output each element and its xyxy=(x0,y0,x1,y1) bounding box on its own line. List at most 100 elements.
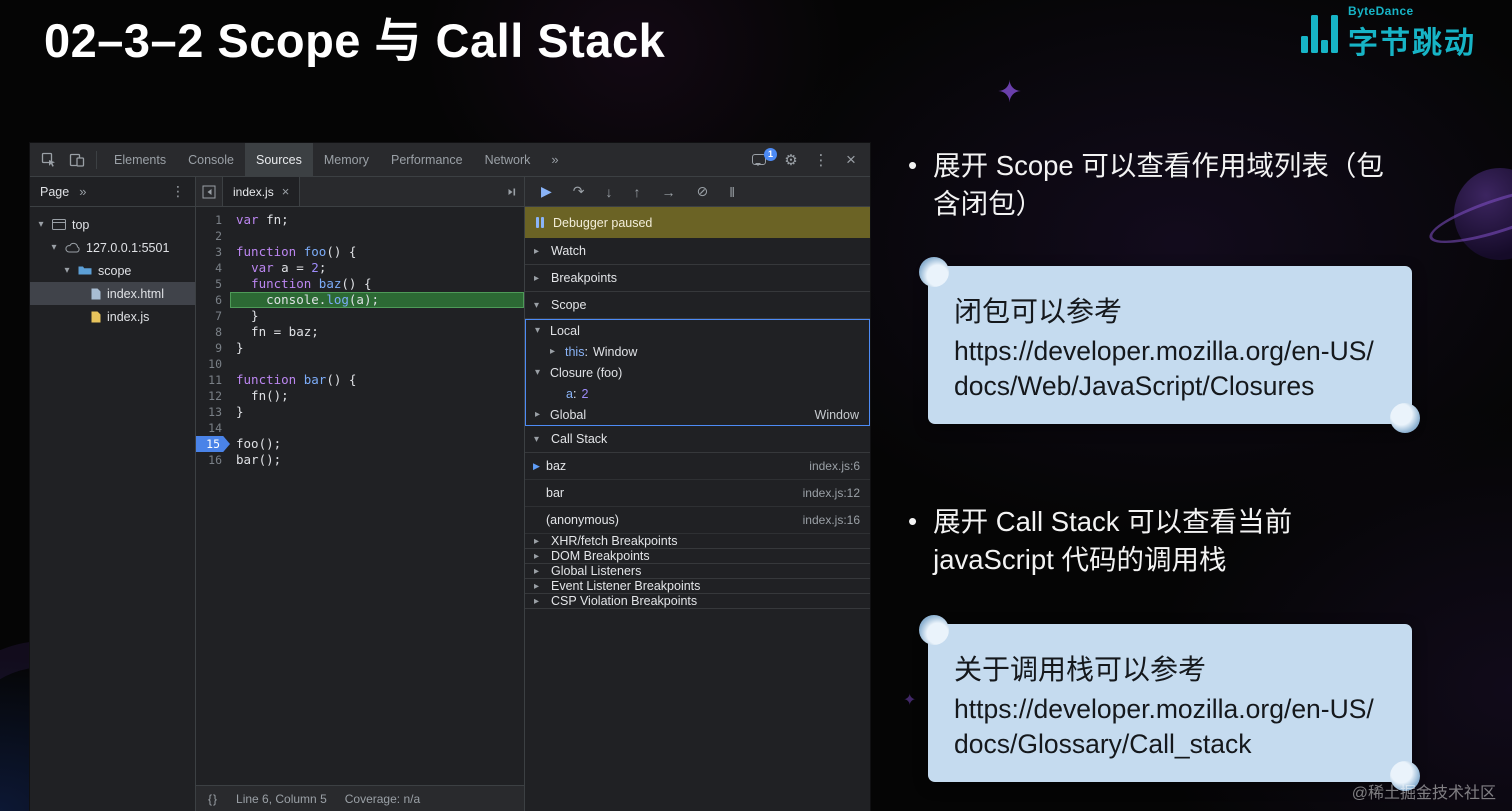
tree-item-index-js[interactable]: index.js xyxy=(30,305,195,328)
code-line-15[interactable]: 15 foo(); xyxy=(196,436,524,452)
chevron-down-icon[interactable]: ▾ xyxy=(36,219,46,230)
console-drawer-button[interactable]: 1 xyxy=(744,147,777,173)
call-stack-frame-baz[interactable]: ▶ baz index.js:6 xyxy=(525,453,870,480)
code-line-6[interactable]: 6 console.log(a); xyxy=(196,292,524,308)
card-title: 闭包可以参考 xyxy=(954,296,1123,327)
scope-global[interactable]: ▸ Global Window xyxy=(526,404,869,425)
line-number[interactable]: 6 xyxy=(196,292,230,308)
pause-on-exceptions-button[interactable]: ‖ xyxy=(729,184,735,200)
line-number[interactable]: 9 xyxy=(196,340,230,356)
code-line-13[interactable]: 13} xyxy=(196,404,524,420)
step-into-button[interactable]: ↓ xyxy=(606,184,613,200)
frame-location: index.js:16 xyxy=(802,513,860,527)
scope-section-label: Global xyxy=(550,407,587,422)
line-number[interactable]: 4 xyxy=(196,260,230,276)
close-tab-icon[interactable]: × xyxy=(282,184,290,199)
section-label: Breakpoints xyxy=(551,271,618,285)
code-line-5[interactable]: 5 function baz() { xyxy=(196,276,524,292)
line-number[interactable]: 7 xyxy=(196,308,230,324)
section-scope[interactable]: ▾ Scope xyxy=(525,292,870,319)
toggle-navigator-icon[interactable] xyxy=(196,179,222,205)
line-number[interactable]: 5 xyxy=(196,276,230,292)
devtools-tab-performance[interactable]: Performance xyxy=(380,143,474,176)
line-number[interactable]: 14 xyxy=(196,420,230,436)
deactivate-breakpoints-button[interactable]: ⊘ xyxy=(697,183,709,200)
tabstrip-spacer xyxy=(300,177,498,206)
chevron-down-icon[interactable]: ▾ xyxy=(62,265,72,276)
bytedance-logo-mark-icon xyxy=(1301,10,1338,56)
code-line-9[interactable]: 9} xyxy=(196,340,524,356)
code-line-2[interactable]: 2 xyxy=(196,228,524,244)
line-number[interactable]: 1 xyxy=(196,212,230,228)
code-line-10[interactable]: 10 xyxy=(196,356,524,372)
code-line-4[interactable]: 4 var a = 2; xyxy=(196,260,524,276)
line-number[interactable]: 13 xyxy=(196,404,230,420)
inspect-element-icon[interactable] xyxy=(36,147,62,173)
line-number[interactable]: 10 xyxy=(196,356,230,372)
editor-overflow-icon[interactable] xyxy=(498,179,524,205)
line-number[interactable]: 3 xyxy=(196,244,230,260)
tree-item-scope[interactable]: ▾ scope xyxy=(30,259,195,282)
navigator-tab-page[interactable]: Page xyxy=(40,185,69,199)
section-label: DOM Breakpoints xyxy=(551,549,650,563)
code-line-16[interactable]: 16 bar(); xyxy=(196,452,524,468)
line-number[interactable]: 2 xyxy=(196,228,230,244)
scope-local[interactable]: ▾ Local xyxy=(526,320,869,341)
step-button[interactable]: → xyxy=(662,184,676,200)
devtools-tab-sources[interactable]: Sources xyxy=(244,143,313,176)
devtools-tab-console[interactable]: Console xyxy=(177,143,245,176)
devtools-tab-network[interactable]: Network xyxy=(474,143,542,176)
property-value: 2 xyxy=(581,386,589,401)
call-stack-frame-bar[interactable]: bar index.js:12 xyxy=(525,480,870,507)
scope-this-entry[interactable]: ▸ this Window xyxy=(526,341,869,362)
section-global-listeners[interactable]: ▸ Global Listeners xyxy=(525,564,870,579)
navigator-panel: Page » ⋮ ▾ top ▾ 127.0.0.1:5501 ▾ scope index.… xyxy=(30,177,196,811)
line-number[interactable]: 12 xyxy=(196,388,230,404)
brand-name-en: ByteDance xyxy=(1348,4,1414,18)
code-line-7[interactable]: 7 } xyxy=(196,308,524,324)
tree-item-index-html[interactable]: index.html xyxy=(30,282,195,305)
devtools-tab-memory[interactable]: Memory xyxy=(313,143,380,176)
section-breakpoints[interactable]: ▸ Breakpoints xyxy=(525,265,870,292)
code-line-1[interactable]: 1 var fn; xyxy=(196,212,524,228)
line-number[interactable]: 11 xyxy=(196,372,230,388)
settings-gear-icon[interactable]: ⚙ xyxy=(778,147,804,173)
section-xhr-fetch-breakpoints[interactable]: ▸ XHR/fetch Breakpoints xyxy=(525,534,870,549)
code-line-12[interactable]: 12 fn(); xyxy=(196,388,524,404)
devtools-tab-elements[interactable]: Elements xyxy=(103,143,177,176)
device-toolbar-icon[interactable] xyxy=(64,147,90,173)
line-number[interactable]: 8 xyxy=(196,324,230,340)
line-number[interactable]: 16 xyxy=(196,452,230,468)
frame-location: index.js:12 xyxy=(802,486,860,500)
section-watch[interactable]: ▸ Watch xyxy=(525,238,870,265)
close-devtools-icon[interactable]: × xyxy=(838,147,864,173)
scope-closure[interactable]: ▾ Closure (foo) xyxy=(526,362,869,383)
tree-item-127-0-0-1-5501[interactable]: ▾ 127.0.0.1:5501 xyxy=(30,236,195,259)
format-code-button[interactable]: {} xyxy=(208,792,218,806)
section-event-listener-breakpoints[interactable]: ▸ Event Listener Breakpoints xyxy=(525,579,870,594)
more-options-icon[interactable]: ⋮ xyxy=(808,147,834,173)
step-out-button[interactable]: ↑ xyxy=(634,184,641,200)
code-line-11[interactable]: 11 function bar() { xyxy=(196,372,524,388)
resume-button[interactable]: ▶ xyxy=(541,183,552,200)
scope-tree: ▾ Local ▸ this Window ▾ Closure (foo) a xyxy=(525,319,870,426)
devtools-tabs: Elements Console Sources Memory Performance N… xyxy=(103,143,541,176)
more-panels-icon[interactable]: » xyxy=(543,152,566,167)
section-csp-violation-breakpoints[interactable]: ▸ CSP Violation Breakpoints xyxy=(525,594,870,609)
chevron-down-icon[interactable]: ▾ xyxy=(49,242,59,253)
code-line-3[interactable]: 3 function foo() { xyxy=(196,244,524,260)
step-over-button[interactable]: ↷ xyxy=(573,183,585,200)
tree-item-top[interactable]: ▾ top xyxy=(30,213,195,236)
call-stack-frame--anonymous-[interactable]: (anonymous) index.js:16 xyxy=(525,507,870,534)
section-dom-breakpoints[interactable]: ▸ DOM Breakpoints xyxy=(525,549,870,564)
property-value: Window xyxy=(592,344,638,359)
section-call-stack[interactable]: ▾ Call Stack xyxy=(525,426,870,453)
file-js-icon xyxy=(91,311,101,323)
navigator-more-tabs-icon[interactable]: » xyxy=(79,184,86,199)
breakpoint-marker[interactable]: 15 xyxy=(196,436,230,452)
navigator-menu-icon[interactable]: ⋮ xyxy=(171,183,185,200)
code-editor[interactable]: 1 var fn; 2 3 function foo() {4 var a = 2; 5 … xyxy=(196,207,524,785)
code-line-8[interactable]: 8 fn = baz; xyxy=(196,324,524,340)
code-line-14[interactable]: 14 xyxy=(196,420,524,436)
editor-tab-indexjs[interactable]: index.js × xyxy=(222,177,301,206)
